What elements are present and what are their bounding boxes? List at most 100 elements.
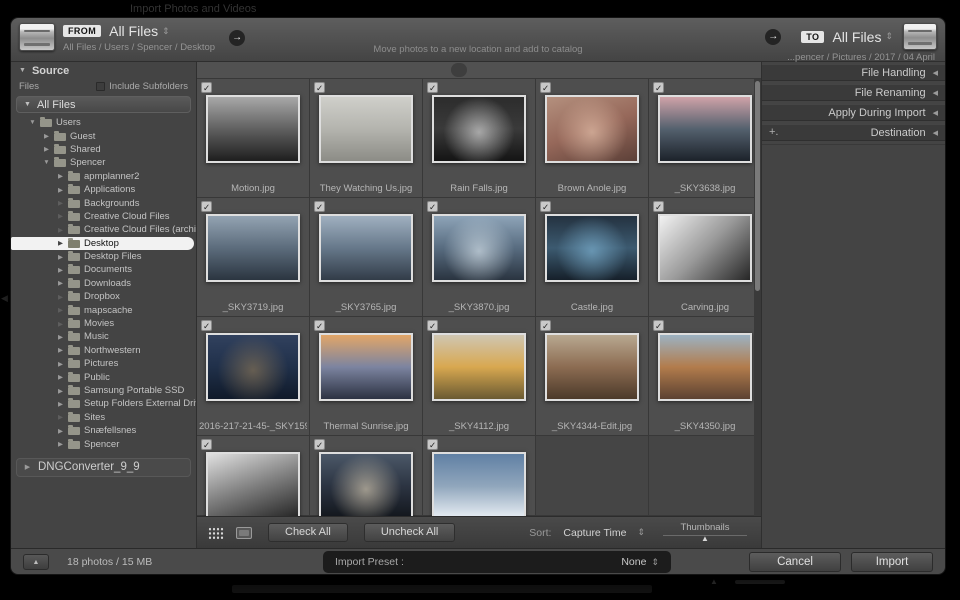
photo-checkbox[interactable]: ✓ bbox=[653, 82, 664, 93]
grid-view-icon[interactable] bbox=[207, 526, 224, 539]
photo-thumbnail[interactable] bbox=[432, 214, 526, 282]
folder-tree-item[interactable]: ▶ Applications bbox=[11, 183, 196, 196]
disclosure-triangle-icon[interactable]: ▼ bbox=[29, 119, 36, 126]
photo-thumbnail[interactable] bbox=[206, 333, 300, 401]
disclosure-triangle-icon[interactable]: ▶ bbox=[57, 266, 64, 274]
disclosure-triangle-icon[interactable]: ▶ bbox=[57, 427, 64, 435]
photo-checkbox[interactable]: ✓ bbox=[427, 201, 438, 212]
folder-tree-item[interactable]: ▶ Pictures bbox=[11, 357, 196, 370]
folder-tree-item[interactable]: ▶ Public bbox=[11, 370, 196, 383]
folder-tree-item[interactable]: ▶ Movies bbox=[11, 317, 196, 330]
photo-checkbox[interactable]: ✓ bbox=[314, 82, 325, 93]
folder-tree-item[interactable]: ▶ mapscache bbox=[11, 303, 196, 316]
photo-thumbnail[interactable] bbox=[319, 95, 413, 163]
disclosure-triangle-icon[interactable]: ▶ bbox=[57, 320, 64, 328]
disclosure-triangle-icon[interactable]: ▶ bbox=[57, 293, 64, 301]
photo-cell[interactable]: ✓ _SKY4350.jpg bbox=[649, 317, 761, 435]
to-target-selector[interactable]: All Files bbox=[832, 29, 881, 45]
folder-tree-item[interactable]: ▶ Spencer bbox=[11, 437, 196, 450]
photo-thumbnail[interactable] bbox=[658, 95, 752, 163]
folder-tree-item[interactable]: ▶ Dropbox bbox=[11, 290, 196, 303]
folder-tree-item[interactable]: ▼ Users bbox=[11, 116, 196, 129]
source-panel-header[interactable]: ▼ Source bbox=[11, 62, 196, 79]
sort-dropdown[interactable]: Capture Time bbox=[563, 527, 626, 539]
disclosure-triangle-icon[interactable]: ▶ bbox=[57, 333, 64, 341]
photo-cell[interactable]: ✓ bbox=[423, 436, 535, 516]
disclosure-triangle-icon[interactable]: ▶ bbox=[57, 186, 64, 194]
grid-filter-tab[interactable] bbox=[491, 63, 507, 77]
photo-checkbox[interactable]: ✓ bbox=[427, 82, 438, 93]
disclosure-triangle-icon[interactable]: ▶ bbox=[57, 360, 64, 368]
photo-thumbnail[interactable] bbox=[545, 214, 639, 282]
folder-tree-item[interactable]: ▶ Snæfellsnes bbox=[11, 424, 196, 437]
photo-cell[interactable]: ✓ bbox=[197, 436, 309, 516]
minimize-dialog-button[interactable]: ▲ bbox=[23, 553, 49, 570]
photo-cell[interactable]: ✓ Carving.jpg bbox=[649, 198, 761, 316]
photo-checkbox[interactable]: ✓ bbox=[427, 320, 438, 331]
folder-tree-item[interactable]: ▶ Desktop bbox=[11, 236, 194, 250]
uncheck-all-button[interactable]: Uncheck All bbox=[363, 523, 456, 542]
disclosure-triangle-icon[interactable]: ▶ bbox=[57, 346, 64, 354]
folder-tree-item[interactable]: ▶ Sites bbox=[11, 411, 196, 424]
import-button[interactable]: Import bbox=[851, 551, 933, 572]
photo-checkbox[interactable]: ✓ bbox=[540, 201, 551, 212]
folder-tree-item[interactable]: ▶ Samsung Portable SSD bbox=[11, 384, 196, 397]
photo-cell[interactable]: ✓ Thermal Sunrise.jpg bbox=[310, 317, 422, 435]
panel-section-header[interactable]: +. Destination ◀ bbox=[762, 124, 945, 141]
all-files-root-item[interactable]: ▼ All Files bbox=[16, 96, 191, 113]
photo-checkbox[interactable]: ✓ bbox=[201, 82, 212, 93]
disclosure-triangle-icon[interactable]: ▶ bbox=[57, 279, 64, 287]
disclosure-triangle-icon[interactable]: ▶ bbox=[57, 373, 64, 381]
photo-cell[interactable]: ✓ bbox=[310, 436, 422, 516]
photo-cell[interactable]: ✓ _SKY4344-Edit.jpg bbox=[536, 317, 648, 435]
panel-section-header[interactable]: +. File Renaming ◀ bbox=[762, 84, 945, 101]
photo-checkbox[interactable]: ✓ bbox=[427, 439, 438, 450]
photo-thumbnail[interactable] bbox=[319, 214, 413, 282]
disclosure-triangle-icon[interactable]: ▶ bbox=[24, 463, 31, 471]
photo-cell[interactable]: ✓ _SKY4112.jpg bbox=[423, 317, 535, 435]
folder-tree-item[interactable]: ▶ Desktop Files bbox=[11, 250, 196, 263]
disclosure-triangle-icon[interactable]: ▶ bbox=[43, 145, 50, 153]
photo-cell[interactable]: ✓ Rain Falls.jpg bbox=[423, 79, 535, 197]
import-preset-dropdown[interactable]: Import Preset : None ⇕ bbox=[323, 551, 671, 573]
photo-checkbox[interactable]: ✓ bbox=[201, 320, 212, 331]
grid-filter-tab[interactable] bbox=[451, 63, 467, 77]
disclosure-triangle-icon[interactable]: ▶ bbox=[57, 387, 64, 395]
panel-section-header[interactable]: +. File Handling ◀ bbox=[762, 64, 945, 81]
folder-tree-item[interactable]: ▶ Music bbox=[11, 330, 196, 343]
photo-checkbox[interactable]: ✓ bbox=[201, 201, 212, 212]
photo-thumbnail[interactable] bbox=[658, 333, 752, 401]
loupe-view-icon[interactable] bbox=[236, 526, 252, 539]
photo-thumbnail[interactable] bbox=[545, 95, 639, 163]
photo-checkbox[interactable]: ✓ bbox=[201, 439, 212, 450]
thumbnail-size-slider[interactable]: Thumbnails ▲ bbox=[663, 522, 747, 543]
photo-checkbox[interactable]: ✓ bbox=[314, 320, 325, 331]
disclosure-triangle-icon[interactable]: ▶ bbox=[57, 172, 64, 180]
grid-scrollbar-thumb[interactable] bbox=[755, 81, 760, 291]
photo-thumbnail[interactable] bbox=[206, 214, 300, 282]
grid-filter-tab[interactable] bbox=[471, 63, 487, 77]
cancel-button[interactable]: Cancel bbox=[749, 551, 841, 572]
disclosure-triangle-icon[interactable]: ▶ bbox=[43, 132, 50, 140]
photo-cell[interactable]: ✓ Brown Anole.jpg bbox=[536, 79, 648, 197]
folder-tree-item[interactable]: ▶ Documents bbox=[11, 263, 196, 276]
folder-tree-item[interactable]: ▶ Guest bbox=[11, 129, 196, 142]
add-preset-icon[interactable]: +. bbox=[769, 127, 778, 138]
folder-tree-item[interactable]: ▼ Spencer bbox=[11, 156, 196, 169]
disclosure-triangle-icon[interactable]: ▶ bbox=[57, 253, 64, 261]
disclosure-triangle-icon[interactable]: ▶ bbox=[57, 400, 64, 408]
disclosure-triangle-icon[interactable]: ▶ bbox=[57, 306, 64, 314]
folder-tree-item[interactable]: ▶ Creative Cloud Files (archived) (1) bbox=[11, 223, 196, 236]
disclosure-triangle-icon[interactable]: ▶ bbox=[57, 239, 64, 247]
photo-cell[interactable]: ✓ _SKY3765.jpg bbox=[310, 198, 422, 316]
disclosure-triangle-icon[interactable]: ▶ bbox=[57, 226, 64, 234]
folder-tree-item[interactable]: ▶ Northwestern bbox=[11, 344, 196, 357]
disclosure-triangle-icon[interactable]: ▶ bbox=[57, 199, 64, 207]
folder-tree-item[interactable]: ▶ Setup Folders External Drive bbox=[11, 397, 196, 410]
disclosure-triangle-icon[interactable]: ▶ bbox=[57, 413, 64, 421]
photo-checkbox[interactable]: ✓ bbox=[540, 82, 551, 93]
panel-section-header[interactable]: +. Apply During Import ◀ bbox=[762, 104, 945, 121]
from-source-selector[interactable]: All Files bbox=[109, 23, 158, 39]
folder-tree-item[interactable]: ▶ Shared bbox=[11, 143, 196, 156]
photo-cell[interactable]: ✓ They Watching Us.jpg bbox=[310, 79, 422, 197]
